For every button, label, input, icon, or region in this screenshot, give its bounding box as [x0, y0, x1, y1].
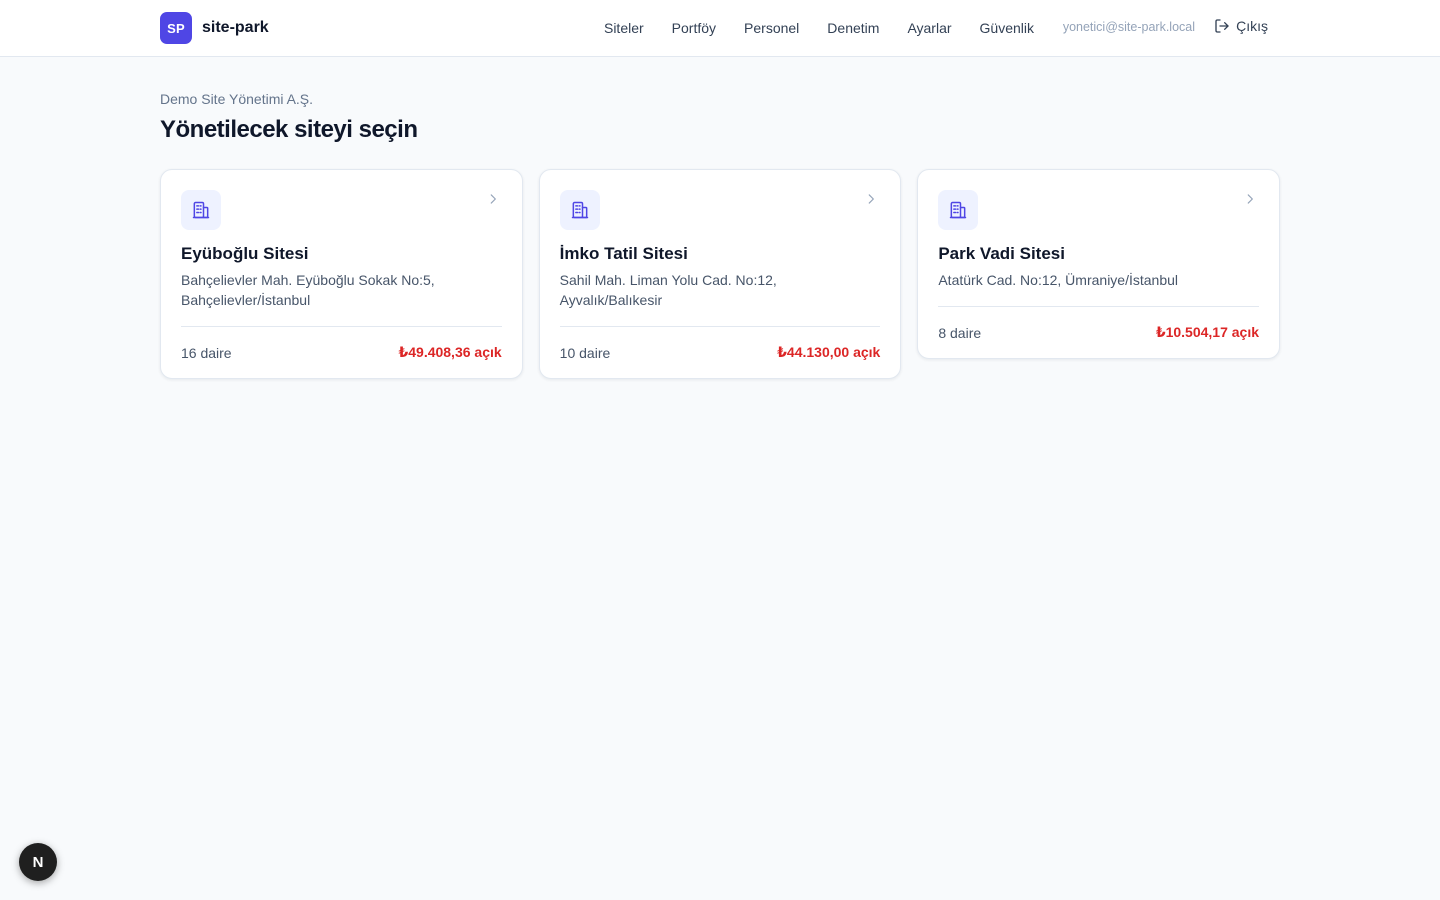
building-icon [192, 201, 210, 219]
site-address: Sahil Mah. Liman Yolu Cad. No:12, Ayvalı… [559, 272, 777, 308]
logout-icon [1215, 19, 1229, 33]
site-card-footer: 16 daire ₺49.408,36 açık [181, 326, 502, 378]
nav-item-siteler[interactable]: Siteler [604, 20, 644, 36]
unit-count: 8 daire [938, 324, 982, 341]
open-balance: ₺44.130,00 açık [777, 344, 881, 360]
building-icon [571, 201, 588, 219]
nav-item-portfoy[interactable]: Portföy [672, 20, 716, 36]
chevron-right-icon [1247, 194, 1253, 204]
organization-name: Demo Site Yönetimi A.Ş. [160, 91, 314, 107]
site-icon-box [938, 190, 979, 230]
chevron-right-icon [869, 194, 875, 204]
unit-count: 10 daire [559, 344, 611, 361]
nav-item-ayarlar[interactable]: Ayarlar [907, 20, 951, 36]
site-address: Atatürk Cad. No:12, Ümraniye/İstanbul [938, 272, 1179, 288]
site-icon-box [559, 190, 600, 230]
dev-tools-badge[interactable]: N [19, 843, 57, 881]
site-name: Park Vadi Sitesi [938, 244, 1065, 263]
unit-count: 16 daire [181, 344, 232, 361]
page-title: Yönetilecek siteyi seçin [160, 116, 418, 143]
open-balance: ₺10.504,17 açık [1155, 324, 1260, 340]
site-card-footer: 8 daire ₺10.504,17 açık [938, 306, 1260, 358]
brand[interactable]: SP site-park [160, 12, 269, 44]
site-name: İmko Tatil Sitesi [559, 244, 688, 263]
site-card[interactable]: İmko Tatil Sitesi Sahil Mah. Liman Yolu … [538, 169, 902, 379]
main-nav: Siteler Portföy Personel Denetim Ayarlar… [576, 0, 1034, 56]
site-card[interactable]: Park Vadi Sitesi Atatürk Cad. No:12, Ümr… [917, 169, 1281, 359]
app-logo[interactable]: SP [160, 12, 192, 44]
logout-button[interactable]: Çıkış [1214, 18, 1268, 34]
top-navbar: SP site-park Siteler Portföy Personel De… [0, 0, 1440, 57]
chevron-right-icon [490, 194, 496, 204]
site-name: Eyüboğlu Sitesi [181, 244, 309, 263]
nav-item-personel[interactable]: Personel [744, 20, 799, 36]
site-card-footer: 10 daire ₺44.130,00 açık [559, 326, 881, 378]
site-address: Bahçelievler Mah. Eyüboğlu Sokak No:5, B… [181, 272, 435, 308]
logout-label: Çıkış [1236, 18, 1268, 34]
building-icon [950, 201, 967, 219]
site-icon-box [181, 190, 221, 230]
site-card[interactable]: Eyüboğlu Sitesi Bahçelievler Mah. Eyüboğ… [160, 169, 523, 379]
dev-badge-label: N [32, 853, 44, 871]
app-name[interactable]: site-park [202, 19, 269, 37]
site-card-list: Eyüboğlu Sitesi Bahçelievler Mah. Eyüboğ… [160, 169, 1281, 379]
nav-item-denetim[interactable]: Denetim [827, 20, 879, 36]
user-email: yonetici@site-park.local [1062, 20, 1195, 34]
nav-item-guvenlik[interactable]: Güvenlik [980, 20, 1034, 36]
open-balance: ₺49.408,36 açık [398, 344, 502, 360]
